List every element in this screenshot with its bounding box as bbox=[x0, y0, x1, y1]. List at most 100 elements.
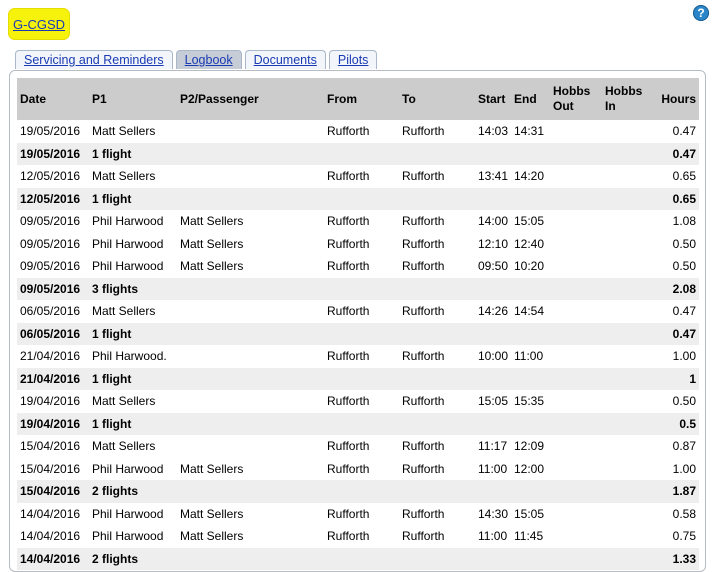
table-row[interactable]: 14/04/2016 Phil Harwood Matt Sellers Ruffor… bbox=[17, 525, 699, 548]
table-row[interactable]: 19/05/2016 Matt Sellers Rufforth Rufforth 14… bbox=[17, 120, 699, 143]
cell-from: Rufforth bbox=[327, 214, 370, 229]
cell-empty bbox=[399, 188, 475, 211]
cell-from: Rufforth bbox=[327, 349, 370, 364]
cell-empty bbox=[177, 548, 324, 571]
cell-empty bbox=[511, 323, 550, 346]
table-row[interactable]: 21/04/2016 Phil Harwood. Rufforth Rufforth 1… bbox=[17, 345, 699, 368]
column-header-end[interactable]: End bbox=[511, 78, 550, 120]
cell-hobbs-out bbox=[550, 300, 602, 323]
cell-hours-total: 0.5 bbox=[679, 416, 696, 431]
cell-to: Rufforth bbox=[402, 169, 445, 184]
cell-end: 10:20 bbox=[514, 259, 545, 274]
cell-p2 bbox=[177, 390, 324, 413]
column-header-hours[interactable]: Hours bbox=[654, 78, 699, 120]
table-row[interactable]: 12/05/2016 Matt Sellers Rufforth Rufforth 13… bbox=[17, 165, 699, 188]
cell-hobbs-out bbox=[550, 255, 602, 278]
table-row[interactable]: 15/04/2016 Phil Harwood Matt Sellers Ruffor… bbox=[17, 458, 699, 481]
column-header-hobbs-out[interactable]: Hobbs Out bbox=[550, 78, 602, 120]
cell-empty bbox=[511, 480, 550, 503]
cell-empty bbox=[324, 413, 399, 436]
cell-empty bbox=[602, 480, 654, 503]
cell-start: 11:00 bbox=[478, 529, 508, 544]
cell-to: Rufforth bbox=[402, 304, 445, 319]
cell-date: 06/05/2016 bbox=[20, 326, 81, 341]
cell-hours-total: 1 bbox=[689, 371, 696, 386]
summary-row[interactable]: 09/05/2016 3 flights 2.08 bbox=[17, 277, 699, 301]
cell-date: 19/05/2016 bbox=[20, 124, 81, 139]
cell-empty bbox=[550, 480, 602, 503]
table-row[interactable]: 06/05/2016 Matt Sellers Rufforth Rufforth 14… bbox=[17, 300, 699, 323]
cell-end: 15:05 bbox=[514, 214, 545, 229]
cell-empty bbox=[324, 143, 399, 166]
cell-empty bbox=[550, 278, 602, 301]
table-row[interactable]: 09/05/2016 Phil Harwood Matt Sellers Ruffor… bbox=[17, 233, 699, 256]
column-header-from[interactable]: From bbox=[324, 78, 399, 120]
cell-from: Rufforth bbox=[327, 439, 370, 454]
cell-p1: Phil Harwood bbox=[92, 236, 164, 251]
cell-date: 14/04/2016 bbox=[20, 529, 81, 544]
cell-end: 11:00 bbox=[514, 349, 544, 364]
cell-date: 19/04/2016 bbox=[20, 416, 81, 431]
cell-empty bbox=[177, 143, 324, 166]
cell-empty bbox=[475, 548, 511, 571]
cell-end: 11:45 bbox=[514, 529, 544, 544]
aircraft-registration-link[interactable]: G-CGSD bbox=[13, 17, 65, 32]
cell-hobbs-out bbox=[550, 458, 602, 481]
column-header-to[interactable]: To bbox=[399, 78, 475, 120]
cell-date: 14/04/2016 bbox=[20, 551, 81, 566]
table-row[interactable]: 09/05/2016 Phil Harwood Matt Sellers Ruffor… bbox=[17, 210, 699, 233]
cell-start: 14:03 bbox=[478, 124, 509, 139]
column-header-date[interactable]: Date bbox=[17, 78, 89, 120]
cell-hours: 0.58 bbox=[672, 506, 696, 521]
tab-label: Servicing and Reminders bbox=[24, 53, 164, 67]
cell-to: Rufforth bbox=[402, 461, 445, 476]
cell-flight-count: 1 flight bbox=[92, 191, 132, 206]
cell-hours-total: 1.87 bbox=[672, 484, 696, 499]
cell-empty bbox=[550, 413, 602, 436]
cell-hobbs-in bbox=[602, 503, 654, 526]
cell-empty bbox=[602, 143, 654, 166]
column-header-hobbs-in[interactable]: Hobbs In bbox=[602, 78, 654, 120]
tab-pilots[interactable]: Pilots bbox=[328, 50, 378, 69]
cell-date: 09/05/2016 bbox=[20, 214, 81, 229]
summary-row[interactable]: 19/04/2016 1 flight 0.5 bbox=[17, 412, 699, 436]
table-row[interactable]: 15/04/2016 Matt Sellers Rufforth Rufforth 11… bbox=[17, 435, 699, 458]
cell-p1: Matt Sellers bbox=[92, 394, 156, 409]
cell-hours: 0.50 bbox=[672, 259, 696, 274]
cell-end: 12:09 bbox=[514, 439, 545, 454]
cell-to: Rufforth bbox=[402, 124, 445, 139]
summary-row[interactable]: 19/05/2016 1 flight 0.47 bbox=[17, 142, 699, 166]
cell-hobbs-in bbox=[602, 435, 654, 458]
tab-servicing-and-reminders[interactable]: Servicing and Reminders bbox=[15, 50, 173, 69]
summary-row[interactable]: 21/04/2016 1 flight 1 bbox=[17, 367, 699, 391]
cell-p1: Matt Sellers bbox=[92, 169, 156, 184]
table-row[interactable]: 19/04/2016 Matt Sellers Rufforth Rufforth 15… bbox=[17, 390, 699, 413]
cell-from: Rufforth bbox=[327, 529, 370, 544]
cell-empty bbox=[399, 278, 475, 301]
tab-documents[interactable]: Documents bbox=[244, 50, 326, 69]
column-header-p2-passenger[interactable]: P2/Passenger bbox=[177, 78, 324, 120]
table-row[interactable]: 09/05/2016 Phil Harwood Matt Sellers Ruffor… bbox=[17, 255, 699, 278]
tab-logbook[interactable]: Logbook bbox=[175, 50, 242, 69]
cell-to: Rufforth bbox=[402, 439, 445, 454]
cell-p1: Matt Sellers bbox=[92, 304, 156, 319]
cell-empty bbox=[399, 368, 475, 391]
tab-label: Logbook bbox=[184, 53, 233, 67]
help-icon[interactable]: ? bbox=[693, 5, 709, 21]
cell-empty bbox=[550, 143, 602, 166]
cell-flight-count: 1 flight bbox=[92, 326, 132, 341]
logbook-table: Date P1 P2/Passenger From To Start End H… bbox=[17, 78, 699, 570]
summary-row[interactable]: 12/05/2016 1 flight 0.65 bbox=[17, 187, 699, 211]
column-header-start[interactable]: Start bbox=[475, 78, 511, 120]
table-row[interactable]: 14/04/2016 Phil Harwood Matt Sellers Ruffor… bbox=[17, 503, 699, 526]
cell-date: 19/05/2016 bbox=[20, 146, 81, 161]
column-header-p1[interactable]: P1 bbox=[89, 78, 177, 120]
cell-empty bbox=[475, 278, 511, 301]
cell-date: 19/04/2016 bbox=[20, 394, 81, 409]
cell-hours-total: 0.47 bbox=[672, 326, 696, 341]
cell-empty bbox=[511, 413, 550, 436]
summary-row[interactable]: 15/04/2016 2 flights 1.87 bbox=[17, 480, 699, 503]
summary-row[interactable]: 06/05/2016 1 flight 0.47 bbox=[17, 322, 699, 346]
summary-row[interactable]: 14/04/2016 2 flights 1.33 bbox=[17, 547, 699, 571]
cell-empty bbox=[177, 368, 324, 391]
